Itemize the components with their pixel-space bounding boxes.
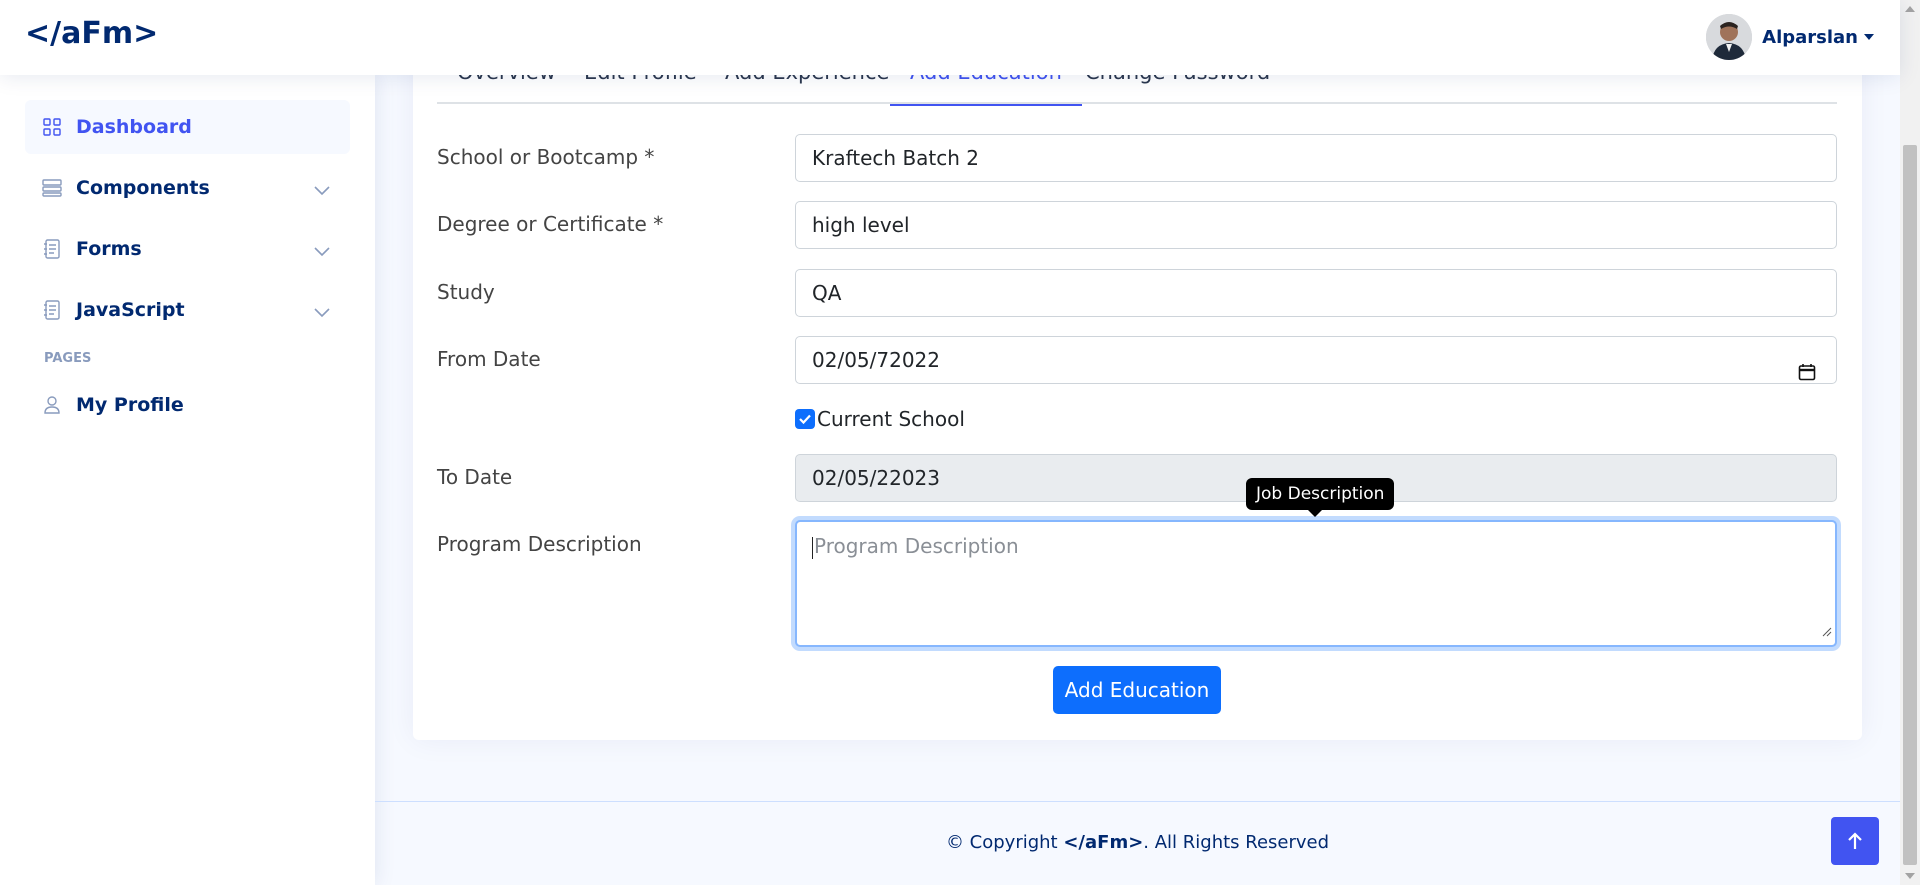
profile-dropdown[interactable]: Alparslan xyxy=(1706,14,1874,60)
sidebar-item-label: Dashboard xyxy=(76,116,192,138)
chevron-down-icon xyxy=(314,301,330,323)
school-label: School or Bootcamp * xyxy=(437,145,655,169)
sidebar-item-label: My Profile xyxy=(76,394,184,416)
calendar-icon[interactable] xyxy=(1798,351,1816,397)
profile-name: Alparslan xyxy=(1762,26,1858,48)
footer: © Copyright </aFm>. All Rights Reserved xyxy=(375,801,1900,885)
tooltip: Job Description xyxy=(1246,478,1395,517)
sidebar-item-label: Components xyxy=(76,177,210,199)
scroll-up-arrow-icon[interactable] xyxy=(1905,6,1915,12)
logo[interactable]: </aFm> xyxy=(25,16,158,51)
back-to-top-button[interactable] xyxy=(1831,817,1879,865)
scrollbar[interactable] xyxy=(1900,0,1920,885)
menu-button-icon xyxy=(42,178,62,198)
sidebar-item-components[interactable]: Components xyxy=(25,161,350,215)
chevron-down-icon xyxy=(314,240,330,262)
copyright-brand: </aFm> xyxy=(1063,832,1144,853)
checkbox-checked-icon[interactable] xyxy=(795,409,815,429)
copyright-suffix: . All Rights Reserved xyxy=(1143,832,1330,853)
sidebar-heading-pages: PAGES xyxy=(44,351,92,366)
chevron-down-icon xyxy=(314,179,330,201)
copyright-text: © Copyright </aFm>. All Rights Reserved xyxy=(375,832,1900,853)
sidebar-item-my-profile[interactable]: My Profile xyxy=(25,378,350,432)
from-date-value: 02/05/72022 xyxy=(812,348,940,372)
current-school-checkbox[interactable]: Current School xyxy=(795,407,965,431)
top-header: </aFm> Alparslan xyxy=(0,0,1900,75)
study-label: Study xyxy=(437,280,495,304)
scroll-down-arrow-icon[interactable] xyxy=(1905,873,1915,879)
to-date-label: To Date xyxy=(437,465,513,489)
resize-handle-icon[interactable] xyxy=(1822,618,1832,642)
journal-text-icon xyxy=(42,239,62,259)
scroll-thumb[interactable] xyxy=(1903,145,1917,865)
add-education-button[interactable]: Add Education xyxy=(1053,666,1221,714)
degree-label: Degree or Certificate * xyxy=(437,212,664,236)
copyright-prefix: © Copyright xyxy=(945,832,1064,853)
avatar xyxy=(1706,14,1753,60)
school-input[interactable]: Kraftech Batch 2 xyxy=(795,134,1837,182)
sidebar-item-forms[interactable]: Forms xyxy=(25,222,350,276)
study-input[interactable]: QA xyxy=(795,269,1837,317)
journal-code-icon xyxy=(42,300,62,320)
degree-input[interactable]: high level xyxy=(795,201,1837,249)
sidebar-item-dashboard[interactable]: Dashboard xyxy=(25,100,350,154)
sidebar: Dashboard Components Forms JavaScript PA… xyxy=(0,75,375,885)
description-textarea[interactable]: Program Description xyxy=(795,520,1837,647)
grid-icon xyxy=(42,117,62,137)
sidebar-item-label: JavaScript xyxy=(76,299,185,321)
description-label: Program Description xyxy=(437,532,642,556)
person-icon xyxy=(42,395,62,415)
description-placeholder: Program Description xyxy=(814,534,1019,558)
from-date-label: From Date xyxy=(437,347,541,371)
caret-down-icon xyxy=(1864,34,1874,40)
current-school-label: Current School xyxy=(817,407,965,431)
sidebar-item-javascript[interactable]: JavaScript xyxy=(25,283,350,337)
sidebar-item-label: Forms xyxy=(76,238,142,260)
arrow-up-icon xyxy=(1848,832,1862,849)
from-date-input[interactable]: 02/05/72022 xyxy=(795,336,1837,384)
text-cursor xyxy=(812,536,813,559)
